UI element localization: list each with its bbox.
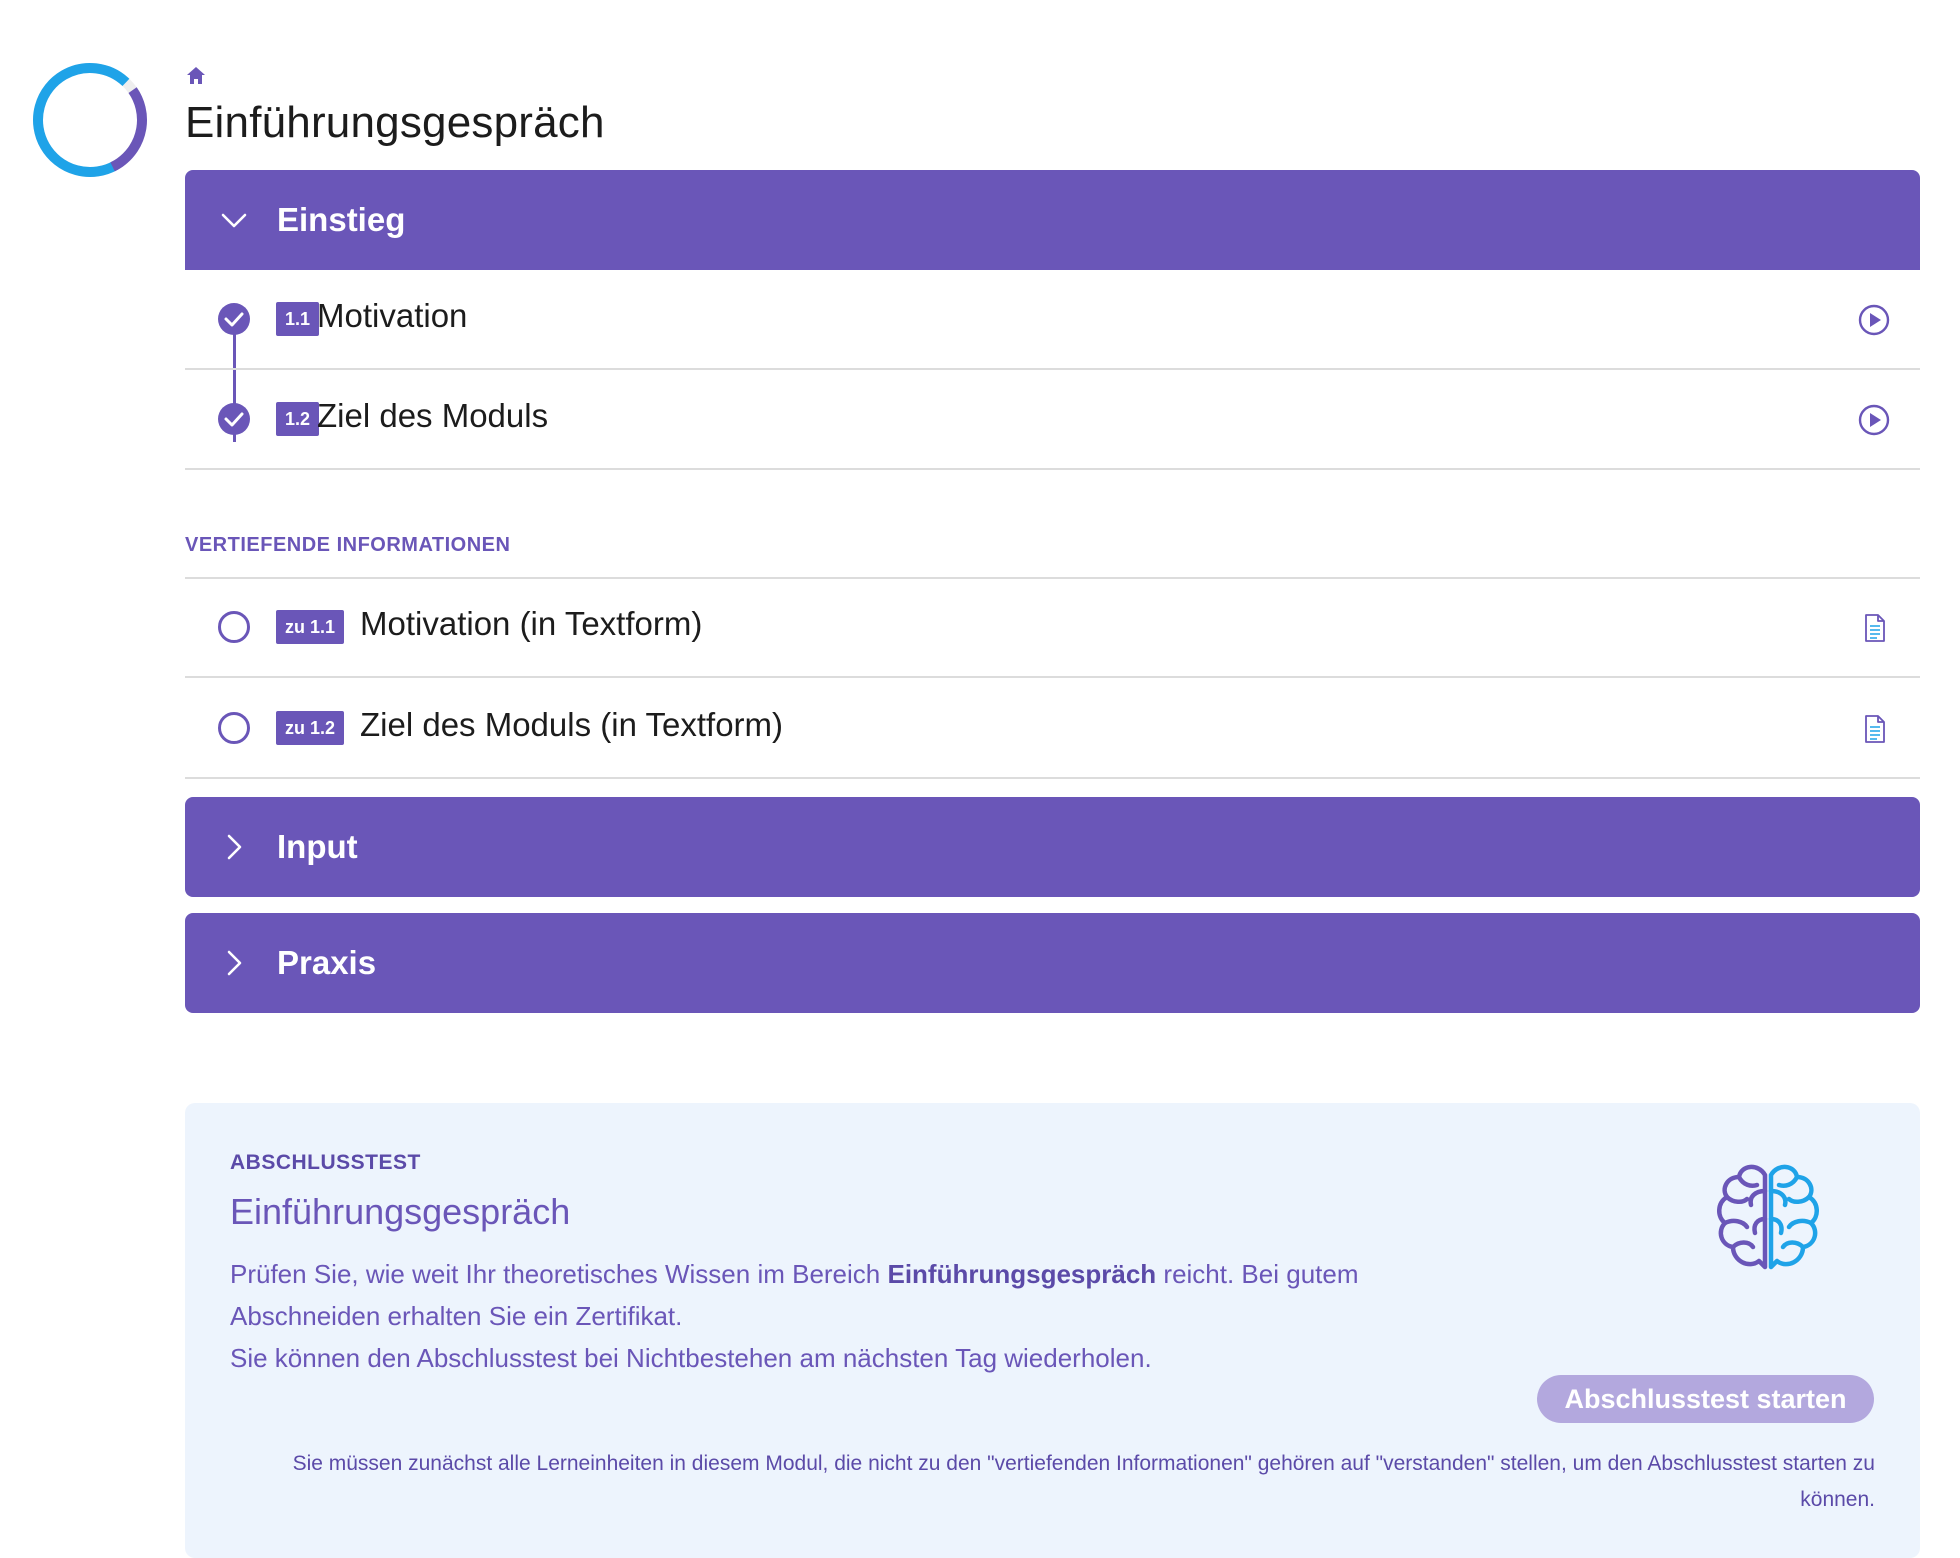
unit-badge: zu 1.1 (276, 610, 345, 644)
final-test-eyebrow: ABSCHLUSSTEST (230, 1151, 421, 1174)
check-circle-icon[interactable] (217, 302, 251, 336)
section-einstieg[interactable]: Einstieg (185, 170, 1920, 270)
unit-title[interactable]: Motivation (in Textform) (360, 605, 702, 643)
start-final-test-button[interactable]: Abschlusstest starten (1537, 1375, 1874, 1423)
document-icon[interactable] (1856, 711, 1892, 747)
home-icon[interactable] (185, 65, 207, 87)
unit-title[interactable]: Ziel des Moduls (in Textform) (360, 706, 783, 744)
deepening-heading: VERTIEFENDE INFORMATIONEN (185, 534, 511, 556)
module-progress-ring (33, 63, 147, 177)
section-praxis[interactable]: Praxis (185, 913, 1920, 1013)
learning-unit-row[interactable]: 1.1 Motivation (185, 270, 1920, 370)
deepening-item-row[interactable]: zu 1.2 Ziel des Moduls (in Textform) (185, 679, 1920, 779)
section-label: Input (277, 828, 358, 865)
check-circle-icon[interactable] (217, 402, 251, 436)
desc-text: Sie können den Abschlusstest bei Nichtbe… (230, 1343, 1152, 1373)
brain-icon (1717, 1164, 1819, 1270)
unit-title[interactable]: Motivation (317, 297, 467, 335)
section-label: Einstieg (277, 201, 406, 238)
section-input[interactable]: Input (185, 797, 1920, 897)
desc-bold-text: Einführungsgespräch (887, 1259, 1157, 1289)
chevron-right-icon (227, 834, 242, 860)
unit-badge: zu 1.2 (276, 711, 345, 745)
final-test-notice: Sie müssen zunächst alle Lerneinheiten i… (292, 1452, 1875, 1511)
final-test-description: Prüfen Sie, wie weit Ihr theoretisches W… (230, 1253, 1430, 1379)
document-icon[interactable] (1856, 610, 1892, 646)
empty-circle-icon[interactable] (217, 610, 251, 644)
learning-unit-row[interactable]: 1.2 Ziel des Moduls (185, 370, 1920, 470)
empty-circle-icon[interactable] (217, 711, 251, 745)
unit-badge: 1.1 (276, 302, 320, 336)
final-test-title: Einführungsgespräch (230, 1191, 571, 1232)
unit-badge: 1.2 (276, 402, 320, 436)
play-icon[interactable] (1856, 402, 1892, 438)
deepening-item-row[interactable]: zu 1.1 Motivation (in Textform) (185, 578, 1920, 678)
chevron-down-icon (221, 213, 247, 228)
final-test-card: ABSCHLUSSTEST Einführungsgespräch Prüfen… (185, 1103, 1920, 1558)
page-title: Einführungsgespräch (185, 98, 605, 147)
desc-text: Prüfen Sie, wie weit Ihr theoretisches W… (230, 1259, 888, 1289)
chevron-right-icon (227, 950, 242, 976)
play-icon[interactable] (1856, 302, 1892, 338)
unit-title[interactable]: Ziel des Moduls (317, 397, 548, 435)
section-label: Praxis (277, 944, 377, 981)
